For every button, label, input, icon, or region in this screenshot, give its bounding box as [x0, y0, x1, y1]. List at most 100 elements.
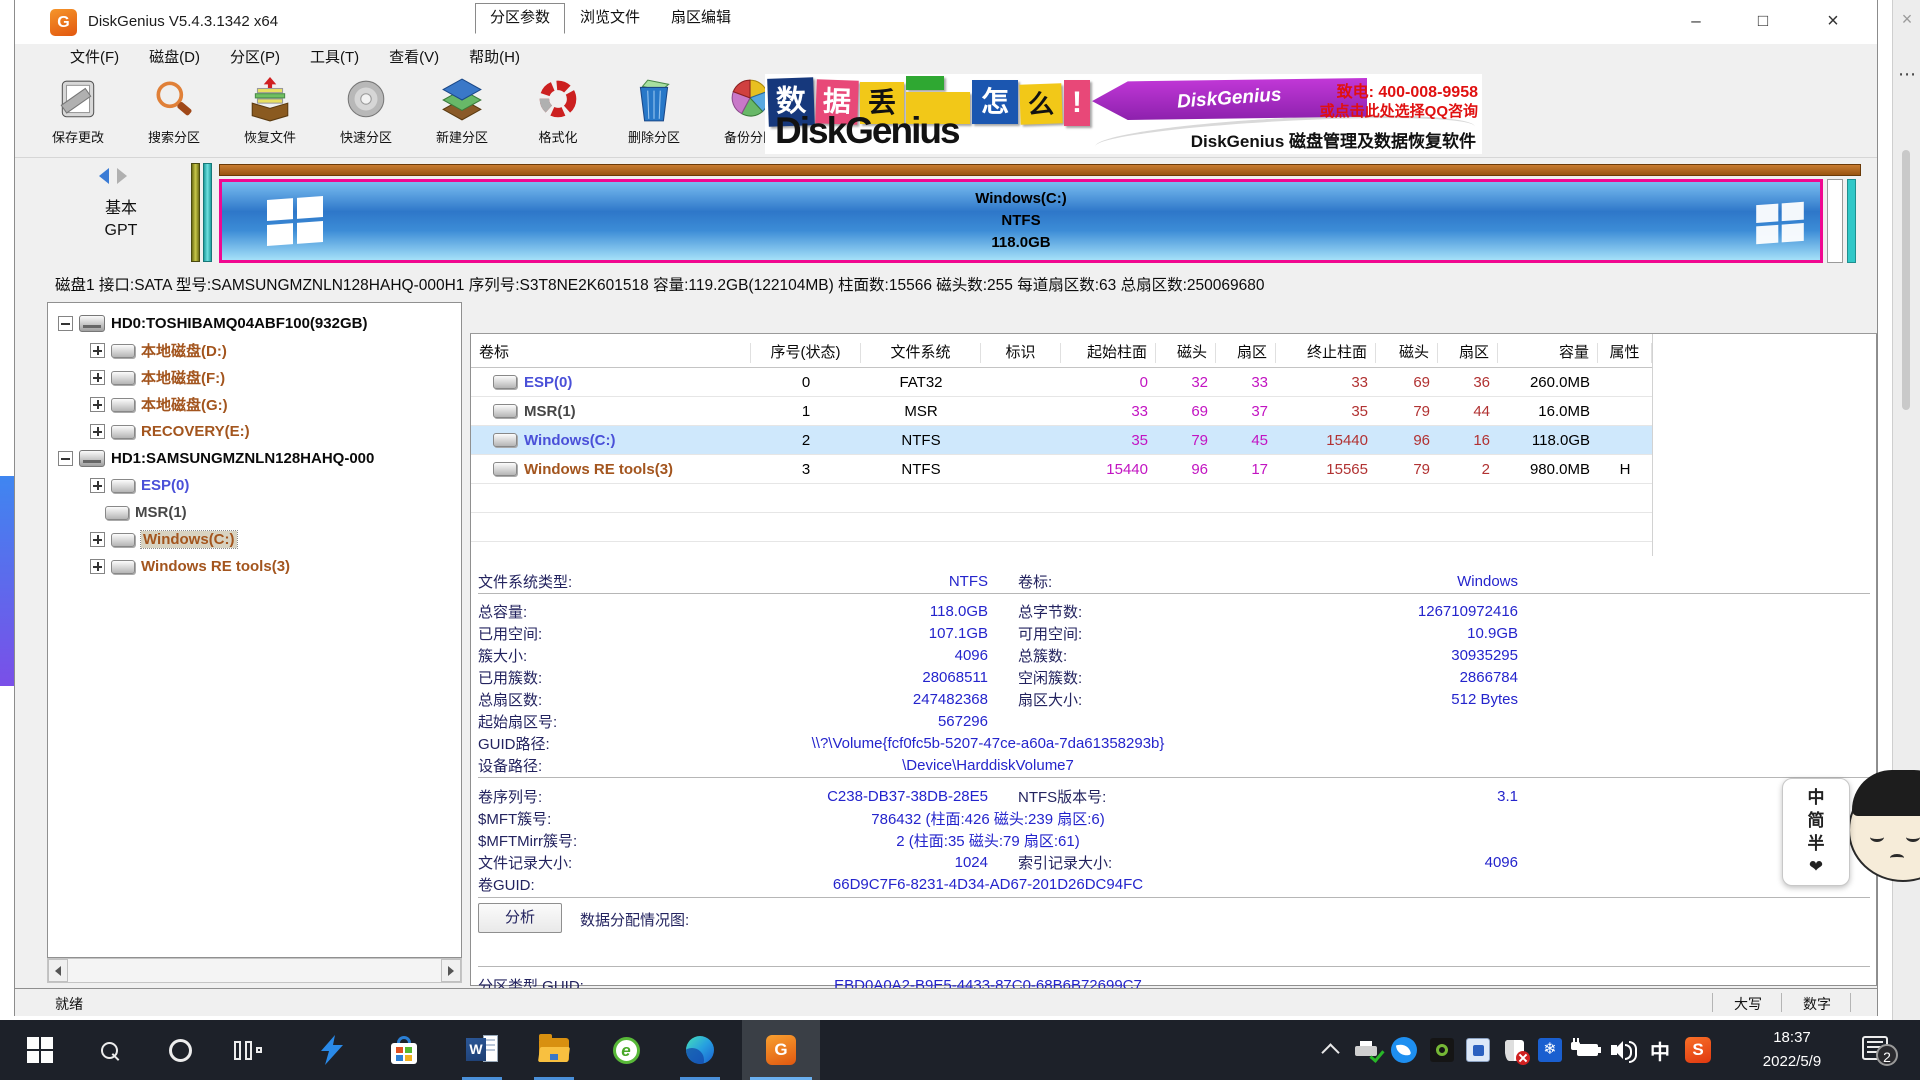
word-button[interactable]: W [450, 1020, 514, 1080]
col-attributes[interactable]: 属性 [1598, 343, 1652, 363]
menu-disk[interactable]: 磁盘(D) [134, 44, 215, 72]
expand-icon[interactable] [90, 478, 105, 493]
tray-snowflake-app[interactable]: ❄ [1532, 1020, 1568, 1080]
task-view-button[interactable] [216, 1020, 280, 1080]
heart-icon[interactable]: ❤ [1809, 856, 1823, 877]
tray-volume[interactable] [1606, 1020, 1642, 1080]
table-row-selected[interactable]: Windows(C:) 2 NTFS 35 79 45 15440 96 16 … [471, 426, 1652, 455]
file-explorer-button[interactable] [522, 1020, 586, 1080]
tray-nvidia[interactable] [1424, 1020, 1460, 1080]
ime-mode-simplified[interactable]: 简 [1808, 810, 1825, 831]
menu-partition[interactable]: 分区(P) [215, 44, 295, 72]
scroll-right-icon[interactable] [441, 959, 461, 982]
tree-item-windows-re[interactable]: Windows RE tools(3) [90, 553, 290, 580]
tree-item-disk-g[interactable]: 本地磁盘(G:) [90, 391, 228, 418]
analyze-button[interactable]: 分析 [478, 903, 562, 933]
cortana-button[interactable] [148, 1020, 212, 1080]
flash-app-button[interactable] [300, 1020, 364, 1080]
tree-item-windows-c[interactable]: Windows(C:) [90, 526, 237, 553]
col-start-sector[interactable]: 扇区 [1216, 343, 1276, 363]
format-button[interactable]: 格式化 [510, 74, 606, 156]
partition-segment-msr[interactable] [203, 163, 212, 262]
table-row[interactable]: ESP(0) 0 FAT32 0 32 33 33 69 36 260.0MB [471, 368, 1652, 397]
expand-icon[interactable] [90, 397, 105, 412]
background-more-icon[interactable]: ⋯ [1895, 64, 1919, 85]
table-row[interactable]: Windows RE tools(3) 3 NTFS 15440 96 17 1… [471, 455, 1652, 484]
tab-partition-params[interactable]: 分区参数 [475, 3, 565, 34]
col-filesystem[interactable]: 文件系统 [861, 343, 981, 363]
col-capacity[interactable]: 容量 [1498, 343, 1598, 363]
tab-sector-edit[interactable]: 扇区编辑 [657, 4, 745, 31]
partition-segment-esp[interactable] [191, 163, 200, 262]
col-flag[interactable]: 标识 [981, 343, 1061, 363]
expand-icon[interactable] [90, 532, 105, 547]
background-scrollbar[interactable] [1902, 150, 1910, 410]
taskbar-clock[interactable]: 18:37 2022/5/9 [1732, 1026, 1852, 1074]
next-disk-icon[interactable] [117, 168, 127, 184]
tray-ime[interactable]: 中 [1642, 1020, 1678, 1080]
ime-mode-halfwidth[interactable]: 半 [1808, 833, 1825, 854]
quick-partition-button[interactable]: 快速分区 [318, 74, 414, 156]
tray-sogou[interactable]: S [1680, 1020, 1716, 1080]
tray-dingtalk[interactable] [1386, 1020, 1422, 1080]
partition-segment-end[interactable] [1847, 179, 1856, 263]
search-partition-button[interactable]: 搜索分区 [126, 74, 222, 156]
expand-icon[interactable] [90, 559, 105, 574]
tree-hscrollbar[interactable] [47, 958, 462, 983]
maximize-button[interactable]: □ [1732, 0, 1794, 44]
tree-item-disk-f[interactable]: 本地磁盘(F:) [90, 364, 225, 391]
ms-store-button[interactable] [372, 1020, 436, 1080]
col-start-head[interactable]: 磁头 [1156, 343, 1216, 363]
start-button[interactable] [8, 1020, 72, 1080]
col-end-head[interactable]: 磁头 [1376, 343, 1438, 363]
expand-icon[interactable] [90, 424, 105, 439]
expand-icon[interactable] [90, 343, 105, 358]
tab-browse-files[interactable]: 浏览文件 [566, 4, 654, 31]
ad-qq-link[interactable]: 或点击此处选择QQ咨询 [1320, 100, 1478, 121]
recover-files-button[interactable]: 恢复文件 [222, 74, 318, 156]
diskgenius-taskbar-button[interactable]: G [742, 1020, 820, 1080]
edge-button[interactable] [668, 1020, 732, 1080]
col-end-cylinder[interactable]: 终止柱面 [1276, 343, 1376, 363]
partition-segment-windows-c[interactable]: Windows(C:) NTFS 118.0GB [219, 179, 1823, 263]
table-row[interactable]: MSR(1) 1 MSR 33 69 37 35 79 44 16.0MB [471, 397, 1652, 426]
expand-icon[interactable] [90, 370, 105, 385]
tree-item-recovery-e[interactable]: RECOVERY(E:) [90, 418, 250, 445]
background-close-icon[interactable]: × [1896, 8, 1918, 30]
delete-partition-button[interactable]: 删除分区 [606, 74, 702, 156]
tray-power[interactable] [1566, 1020, 1606, 1080]
ad-banner[interactable]: 数 据 丢 怎 么 ! DiskGenius DiskGenius 致电: 40… [765, 74, 1482, 154]
menu-file[interactable]: 文件(F) [55, 44, 134, 72]
col-index-status[interactable]: 序号(状态) [751, 343, 861, 363]
new-partition-button[interactable]: 新建分区 [414, 74, 510, 156]
tray-security[interactable] [1496, 1020, 1532, 1080]
tree-item-hd1[interactable]: HD1:SAMSUNGMZNLN128HAHQ-000 [58, 445, 374, 472]
tree-item-hd0[interactable]: HD0:TOSHIBAMQ04ABF100(932GB) [58, 310, 367, 337]
col-start-cylinder[interactable]: 起始柱面 [1061, 343, 1156, 363]
menu-tools[interactable]: 工具(T) [295, 44, 374, 72]
collapse-icon[interactable] [58, 316, 73, 331]
ime-widget[interactable]: 中 简 半 ❤ [1782, 778, 1850, 886]
close-button[interactable]: × [1802, 0, 1864, 44]
partition-segment-re-tools[interactable] [1827, 179, 1843, 263]
action-center-button[interactable]: 2 [1862, 1036, 1888, 1060]
partition-icon [493, 433, 517, 447]
ime-mode-chinese[interactable]: 中 [1808, 787, 1825, 808]
minimize-button[interactable]: – [1665, 0, 1727, 44]
col-volume-label[interactable]: 卷标 [471, 343, 751, 363]
tree-item-msr[interactable]: MSR(1) [105, 499, 187, 526]
tree-item-disk-d[interactable]: 本地磁盘(D:) [90, 337, 227, 364]
tray-expand-button[interactable] [1312, 1020, 1348, 1080]
prev-disk-icon[interactable] [99, 168, 109, 184]
collapse-icon[interactable] [58, 451, 73, 466]
tray-printer[interactable] [1348, 1020, 1384, 1080]
scroll-left-icon[interactable] [48, 959, 68, 982]
col-end-sector[interactable]: 扇区 [1438, 343, 1498, 363]
tray-intel[interactable] [1460, 1020, 1496, 1080]
ie-browser-button[interactable]: e [594, 1020, 658, 1080]
menu-help[interactable]: 帮助(H) [454, 44, 535, 72]
menu-view[interactable]: 查看(V) [374, 44, 454, 72]
taskbar-search-button[interactable] [78, 1020, 142, 1080]
save-changes-button[interactable]: 保存更改 [30, 74, 126, 156]
tree-item-esp[interactable]: ESP(0) [90, 472, 189, 499]
